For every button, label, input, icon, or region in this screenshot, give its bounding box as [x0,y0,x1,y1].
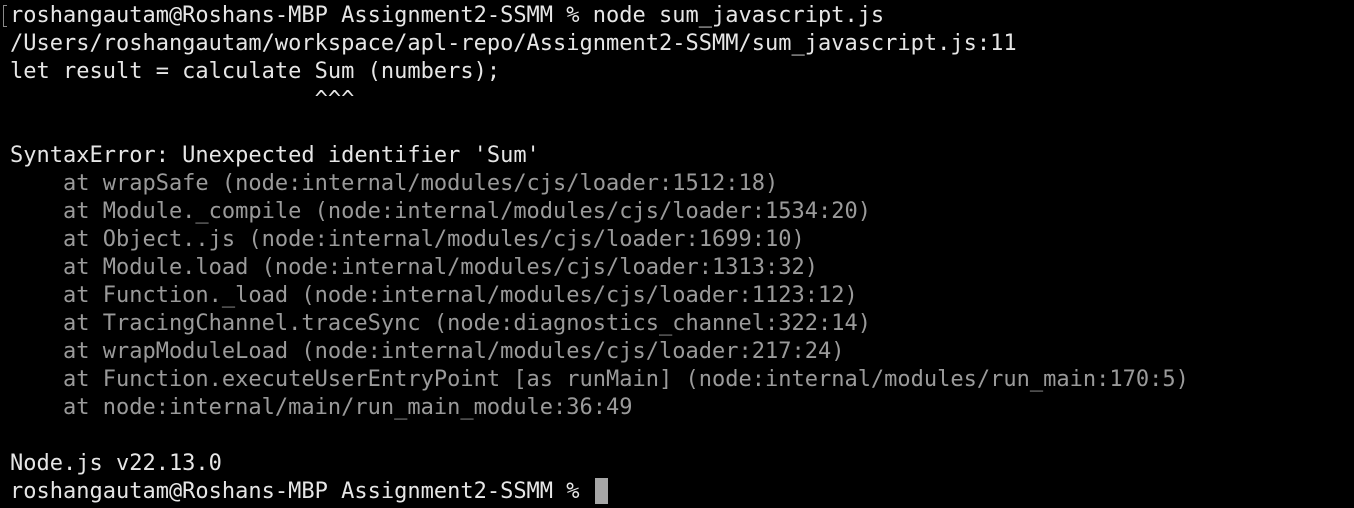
stack-trace-line: at Module.load (node:internal/modules/cj… [10,255,818,280]
stack-trace-line: at Object..js (node:internal/modules/cjs… [10,227,805,252]
stack-trace-line: at wrapSafe (node:internal/modules/cjs/l… [10,171,779,196]
cursor-icon [594,478,608,504]
stack-trace-line: at Function.executeUserEntryPoint [as ru… [10,367,1189,392]
error-file-path: /Users/roshangautam/workspace/apl-repo/A… [10,31,1017,56]
shell-prompt: roshangautam@Roshans-MBP Assignment2-SSM… [10,479,593,504]
syntax-error-message: SyntaxError: Unexpected identifier 'Sum' [10,143,540,168]
terminal-window[interactable]: roshangautam@Roshans-MBP Assignment2-SSM… [0,0,1354,508]
prompt-line[interactable]: roshangautam@Roshans-MBP Assignment2-SSM… [10,478,1354,506]
stack-trace-line: at TracingChannel.traceSync (node:diagno… [10,311,871,336]
error-source-line: let result = calculate Sum (numbers); [10,59,501,84]
stack-trace-line: at wrapModuleLoad (node:internal/modules… [10,339,845,364]
command-line: roshangautam@Roshans-MBP Assignment2-SSM… [10,3,885,28]
mark-bracket-icon [3,5,7,27]
stack-trace-line: at Function._load (node:internal/modules… [10,283,858,308]
error-caret-marker: ^^^ [10,87,355,112]
stack-trace-line: at node:internal/main/run_main_module:36… [10,395,633,420]
stack-trace-line: at Module._compile (node:internal/module… [10,199,871,224]
node-version: Node.js v22.13.0 [10,451,222,476]
